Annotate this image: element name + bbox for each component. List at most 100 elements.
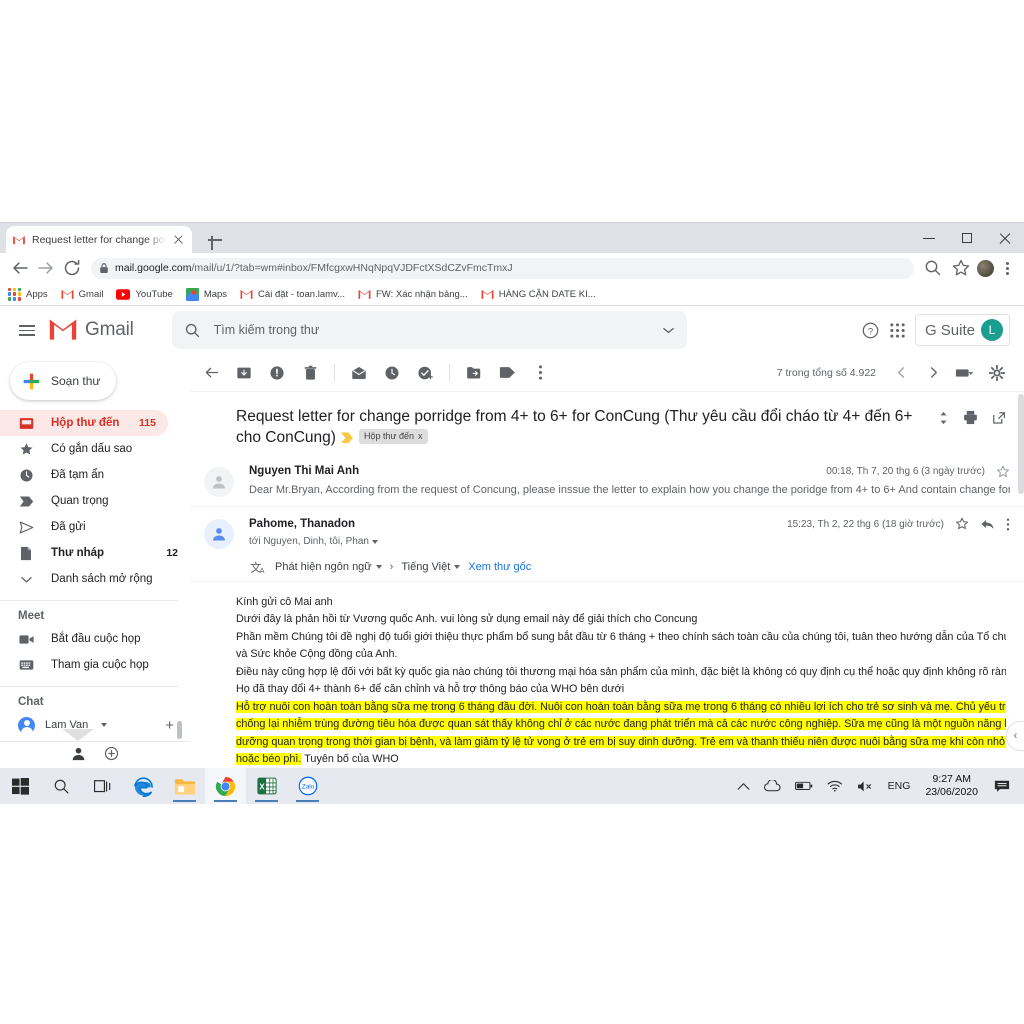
star-icon[interactable] <box>955 517 969 531</box>
new-tab-button[interactable] <box>205 230 225 250</box>
search-icon[interactable] <box>41 768 82 804</box>
sidebar-item-drafts[interactable]: Thư nháp 12 <box>0 540 190 566</box>
sidebar-item-snoozed[interactable]: Đã tạm ẩn <box>0 462 190 488</box>
message-collapsed[interactable]: Nguyen Thi Mai Anh 00:18, Th 7, 20 thg 6… <box>190 455 1024 507</box>
edge-icon[interactable] <box>123 768 164 804</box>
label-chip-remove[interactable]: x <box>418 430 423 442</box>
chat-user-row[interactable]: Lam Van + <box>0 712 190 738</box>
trash-icon[interactable] <box>295 358 325 388</box>
reply-icon[interactable] <box>980 518 995 531</box>
sidebar-item-sent[interactable]: Đã gửi <box>0 514 190 540</box>
excel-icon[interactable]: X <box>246 768 287 804</box>
minimize-button[interactable] <box>910 223 948 253</box>
thread-actions <box>938 406 1006 425</box>
compose-button[interactable]: Soạn thư <box>10 362 116 400</box>
back-arrow-icon[interactable] <box>8 256 32 280</box>
google-apps-icon[interactable] <box>889 322 906 339</box>
more-vert-icon[interactable] <box>1006 517 1010 532</box>
bookmark-maps[interactable]: Maps <box>185 287 227 301</box>
kebab-menu-icon[interactable] <box>998 258 1016 278</box>
more-vert-icon[interactable] <box>525 358 555 388</box>
chevron-left-icon[interactable] <box>886 358 916 388</box>
windows-start-icon[interactable] <box>0 768 41 804</box>
bookmark-fw-mail[interactable]: FW: Xác nhận bảng... <box>358 289 468 300</box>
search-input[interactable]: Tìm kiếm trong thư <box>171 311 687 349</box>
youtube-icon <box>116 288 131 300</box>
chevron-down-icon[interactable] <box>371 539 378 544</box>
highlight-span: hoặc béo phì. <box>236 753 302 766</box>
label-tag-icon[interactable] <box>492 358 522 388</box>
reload-icon[interactable] <box>60 256 84 280</box>
task-view-icon[interactable] <box>82 768 123 804</box>
bookmark-hang-can-date[interactable]: HÀNG CẬN DATE KI... <box>481 289 596 300</box>
place-icon[interactable] <box>104 746 119 761</box>
mark-unread-icon[interactable] <box>344 358 374 388</box>
sidebar-item-start-meeting[interactable]: Bắt đầu cuộc họp <box>0 626 190 652</box>
translate-source-select[interactable]: Phát hiện ngôn ngữ <box>275 561 382 573</box>
snooze-clock-icon[interactable] <box>377 358 407 388</box>
close-window-button[interactable] <box>986 223 1024 253</box>
important-icon <box>18 495 34 508</box>
bookmark-gmail[interactable]: Gmail <box>61 289 103 300</box>
view-original-link[interactable]: Xem thư gốc <box>468 561 531 573</box>
bookmark-apps[interactable]: Apps <box>8 287 48 301</box>
hamburger-icon[interactable] <box>10 313 44 347</box>
notification-icon[interactable] <box>986 779 1018 794</box>
browser-tab[interactable]: Request letter for change porridg <box>6 226 192 253</box>
battery-icon[interactable] <box>788 768 820 804</box>
chevron-up-icon[interactable] <box>730 768 757 804</box>
sidebar-scrollbar[interactable] <box>177 721 182 739</box>
cloud-icon[interactable] <box>757 768 788 804</box>
print-icon[interactable] <box>963 410 978 425</box>
clock[interactable]: 9:27 AM 23/06/2020 <box>917 773 986 799</box>
help-icon[interactable]: ? <box>861 321 880 340</box>
star-icon[interactable] <box>996 465 1010 479</box>
bookmark-youtube[interactable]: YouTube <box>116 288 173 300</box>
chevron-right-icon[interactable] <box>918 358 948 388</box>
volume-mute-icon[interactable] <box>850 768 881 804</box>
sidebar-item-join-meeting[interactable]: Tham gia cuộc họp <box>0 652 190 678</box>
plus-icon[interactable]: + <box>165 717 174 734</box>
highlight-span: chống lại nhiễm trùng đường tiêu hóa đượ… <box>236 718 1006 731</box>
open-in-new-icon[interactable] <box>992 411 1006 425</box>
forward-arrow-icon[interactable] <box>34 256 58 280</box>
language-indicator[interactable]: ENG <box>881 768 918 804</box>
search-icon <box>184 322 201 339</box>
search-zoom-icon[interactable] <box>921 256 945 280</box>
report-spam-icon[interactable] <box>262 358 292 388</box>
recipients-line[interactable]: tới Nguyen, Dinh, tôi, Phan <box>249 536 1010 547</box>
maximize-button[interactable] <box>948 223 986 253</box>
sidebar-item-important[interactable]: Quan trọng <box>0 488 190 514</box>
zalo-icon[interactable]: Zalo <box>287 768 328 804</box>
message-scrollbar[interactable] <box>1018 394 1024 494</box>
chevron-down-icon[interactable] <box>101 723 108 727</box>
chevron-down-icon[interactable] <box>662 324 675 337</box>
window-controls <box>910 223 1024 253</box>
move-to-folder-icon[interactable] <box>459 358 489 388</box>
bookmark-star-icon[interactable] <box>949 256 973 280</box>
gsuite-account-button[interactable]: G Suite L <box>914 314 1010 346</box>
archive-icon[interactable] <box>229 358 259 388</box>
sidebar-item-starred[interactable]: Có gắn dấu sao <box>0 436 190 462</box>
add-to-tasks-icon[interactable] <box>410 358 440 388</box>
svg-text:Zalo: Zalo <box>301 784 314 791</box>
bookmark-settings-mail[interactable]: Cài đặt - toan.lamv... <box>240 289 345 300</box>
translate-target-select[interactable]: Tiếng Việt <box>401 561 461 573</box>
chrome-icon[interactable] <box>205 768 246 804</box>
gear-icon[interactable] <box>982 358 1012 388</box>
sidebar-item-more[interactable]: Danh sách mở rộng <box>0 566 190 592</box>
person-icon[interactable] <box>71 746 86 761</box>
chat-popup-caret <box>62 729 94 741</box>
expand-all-icon[interactable] <box>938 411 949 425</box>
address-bar[interactable]: mail.google.com/mail/u/1/?tab=wm#inbox/F… <box>91 257 914 279</box>
wifi-icon[interactable] <box>820 768 850 804</box>
tab-close-icon[interactable] <box>172 233 186 247</box>
system-tray: ENG 9:27 AM 23/06/2020 <box>730 768 1024 804</box>
sidebar-item-inbox[interactable]: Hộp thư đến 115 <box>0 410 168 436</box>
back-arrow-icon[interactable] <box>196 358 226 388</box>
label-chip[interactable]: Hộp thư đến x <box>358 429 428 444</box>
profile-avatar[interactable] <box>977 259 994 277</box>
input-tools-icon[interactable] <box>950 358 980 388</box>
file-explorer-icon[interactable] <box>164 768 205 804</box>
person-icon <box>211 474 227 490</box>
